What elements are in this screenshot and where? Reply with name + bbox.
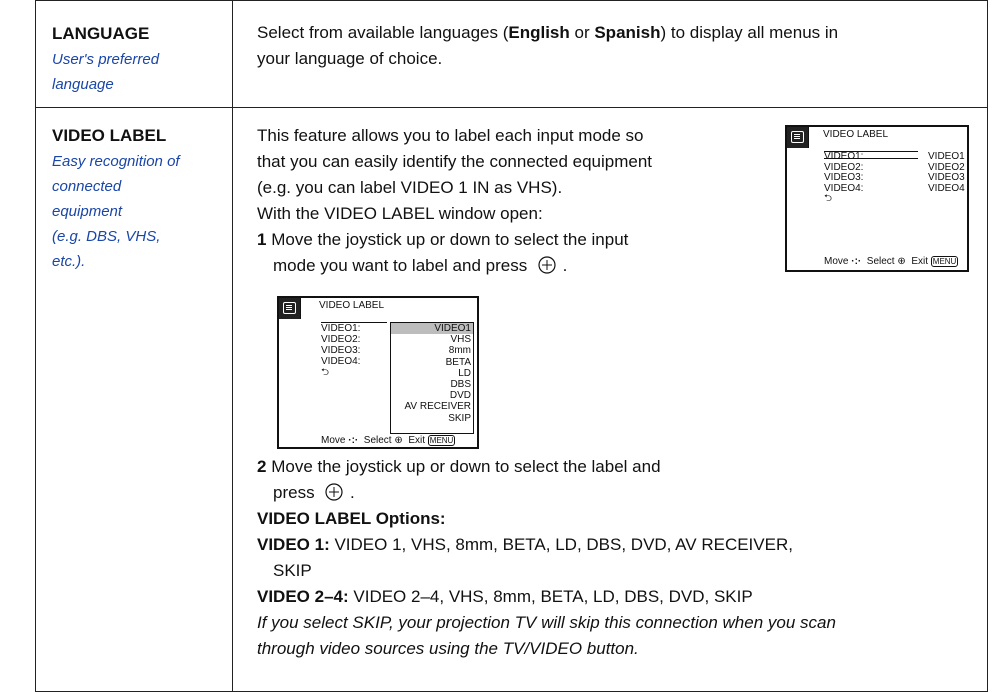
select-icon: ⊕ <box>897 256 906 267</box>
osd-label-values: VIDEO1 VIDEO2 VIDEO3 VIDEO4 <box>928 151 965 194</box>
table-top-rule <box>35 0 988 1</box>
video2-4-options: VIDEO 2–4: VIDEO 2–4, VHS, 8mm, BETA, LD… <box>257 587 753 606</box>
video1-options: VIDEO 1: VIDEO 1, VHS, 8mm, BETA, LD, DB… <box>257 535 793 554</box>
term-video-label: VIDEO LABEL <box>52 126 167 145</box>
option-item: VHS <box>450 334 471 346</box>
option-selected: VIDEO1 <box>391 323 473 335</box>
move-icon: ·:· <box>851 256 862 267</box>
column-divider <box>232 0 233 692</box>
desc-video-label: Easy recognition of connected equipment … <box>52 153 180 270</box>
option-item: BETA <box>445 356 471 368</box>
row-divider <box>35 107 988 108</box>
osd-video-label-options-menu: VIDEO LABEL VIDEO1: VIDEO2: VIDEO3: VIDE… <box>277 296 479 449</box>
options-heading: VIDEO LABEL Options: <box>257 509 446 528</box>
joystick-press-icon <box>538 256 556 274</box>
video-label-intro: This feature allows you to label each in… <box>257 126 653 275</box>
option-item: DBS <box>450 378 471 390</box>
joystick-press-icon <box>325 483 343 501</box>
option-item: LD <box>458 367 471 379</box>
settings-screen-icon <box>787 127 809 148</box>
osd-options-list: VIDEO1 VHS 8mm BETA LD DBS DVD AV RECEIV… <box>390 322 474 434</box>
osd-input-list: VIDEO1: VIDEO2: VIDEO3: VIDEO4: ⮌ <box>321 322 387 378</box>
skip-note: If you select SKIP, your projection TV w… <box>257 613 836 632</box>
desc-language: User's preferred language <box>52 51 160 93</box>
menu-button-icon: MENU <box>427 435 456 446</box>
move-icon: ·:· <box>348 435 359 446</box>
osd-input-list: VIDEO1: VIDEO2: VIDEO3: VIDEO4: ⮌ <box>824 151 918 205</box>
osd-title: VIDEO LABEL <box>823 129 889 140</box>
menu-button-icon: MENU <box>930 256 959 267</box>
option-item: 8mm <box>448 345 471 357</box>
video-label-step2-and-options: 2 Move the joystick up or down to select… <box>257 457 836 658</box>
option-item: DVD <box>449 390 471 402</box>
osd-footer: Move ·:· Select ⊕ Exit MENU <box>321 435 456 446</box>
osd-footer: Move ·:· Select ⊕ Exit MENU <box>824 256 959 267</box>
return-icon: ⮌ <box>824 193 833 204</box>
select-icon: ⊕ <box>394 435 403 446</box>
settings-screen-icon <box>279 298 301 319</box>
term-language: LANGUAGE <box>52 24 150 43</box>
return-icon: ⮌ <box>321 367 330 378</box>
osd-title: VIDEO LABEL <box>319 300 385 311</box>
option-item: AV RECEIVER <box>404 401 472 413</box>
language-description: Select from available languages (English… <box>257 23 839 68</box>
osd-video-label-menu: VIDEO LABEL VIDEO1: VIDEO2: VIDEO3: VIDE… <box>785 125 969 272</box>
option-item: SKIP <box>448 412 471 424</box>
